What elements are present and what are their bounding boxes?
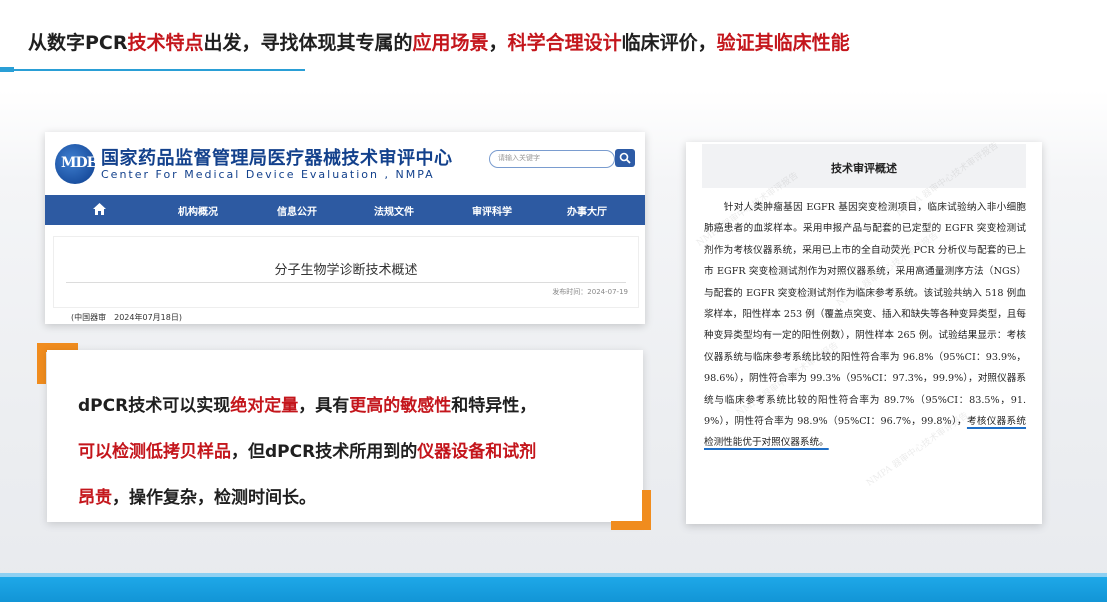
website-nav: 机构概况 信息公开 法规文件 审评科学 办事大厅 <box>45 195 645 225</box>
search-input[interactable]: 请输入关键字 <box>489 150 615 168</box>
document-body: 针对人类肿瘤基因 EGFR 基因突变检测项目，临床试验纳入非小细胞肺癌患者的血浆… <box>704 197 1026 454</box>
search-icon <box>619 152 631 164</box>
hl-text: ，但dPCR技术所用到的 <box>231 442 418 462</box>
website-header: MDE 国家药品监督管理局医疗器械技术审评中心 Center For Medic… <box>45 132 645 195</box>
title-part7: 临床评价， <box>621 32 717 54</box>
cmde-website-screenshot: MDE 国家药品监督管理局医疗器械技术审评中心 Center For Medic… <box>45 132 645 324</box>
source-note: (中国器审 2024年07月18日) <box>71 313 182 322</box>
org-name-en: Center For Medical Device Evaluation , N… <box>101 168 435 181</box>
cmde-logo-text: MDE <box>61 155 97 171</box>
title-part4: 应用场景 <box>412 32 489 54</box>
hl-text: ，具有 <box>298 396 350 416</box>
corner-decoration <box>37 343 46 384</box>
hl-text: 和特异性， <box>451 396 537 416</box>
nav-item-info[interactable]: 信息公开 <box>277 203 317 218</box>
nav-item-regulations[interactable]: 法规文件 <box>374 203 414 218</box>
document-body-text: 针对人类肿瘤基因 EGFR 基因突变检测项目，临床试验纳入非小细胞肺癌患者的血浆… <box>704 202 1026 428</box>
hl-text: dPCR技术可以实现 <box>78 396 231 416</box>
slide-title: 从数字PCR技术特点出发，寻找体现其专属的应用场景，科学合理设计临床评价，验证其… <box>28 28 850 55</box>
title-underline-accent <box>0 67 14 72</box>
title-part8: 验证其临床性能 <box>716 32 850 54</box>
nav-item-about[interactable]: 机构概况 <box>178 203 218 218</box>
title-part2: 技术特点 <box>127 32 204 54</box>
title-part3: 出发，寻找体现其专属的 <box>203 32 413 54</box>
search-placeholder: 请输入关键字 <box>498 154 540 162</box>
org-name-cn: 国家药品监督管理局医疗器械技术审评中心 <box>101 148 453 169</box>
corner-decoration <box>642 490 651 530</box>
nav-item-review-science[interactable]: 审评科学 <box>472 203 512 218</box>
hl-text-red: 可以检测低拷贝样品 <box>78 442 231 462</box>
hl-text-red: 昂贵 <box>78 488 112 508</box>
hl-text-red: 绝对定量 <box>230 396 299 416</box>
article-title: 分子生物学诊断技术概述 <box>274 263 418 278</box>
highlight-line-3: 昂贵，操作复杂，检测时间长。 <box>78 483 316 508</box>
hl-text-red: 更高的敏感性 <box>349 396 452 416</box>
document-heading: 技术审评概述 <box>831 162 897 175</box>
title-part6: 科学合理设计 <box>507 32 622 54</box>
title-underline <box>0 69 305 71</box>
nav-item-service-hall[interactable]: 办事大厅 <box>567 203 607 218</box>
highlight-line-1: dPCR技术可以实现绝对定量，具有更高的敏感性和特异性， <box>78 391 536 416</box>
highlight-line-2: 可以检测低拷贝样品，但dPCR技术所用到的仪器设备和试剂 <box>78 437 536 462</box>
search-button[interactable] <box>615 149 635 167</box>
review-document-excerpt: 技术审评概述 NMPA 器审中心技术审评报告 NMPA 器审中心技术审评报告 N… <box>686 141 1042 524</box>
footer-bar <box>0 577 1107 602</box>
home-icon[interactable] <box>93 203 106 215</box>
title-part5: ， <box>488 32 508 54</box>
article-divider <box>66 282 626 283</box>
hl-text-red: 仪器设备和试剂 <box>417 442 537 462</box>
hl-text: ，操作复杂，检测时间长。 <box>112 488 316 508</box>
title-part1: 从数字PCR <box>28 32 128 54</box>
article-date: 发布时间：2024-07-19 <box>552 288 628 296</box>
article-panel: 分子生物学诊断技术概述 发布时间：2024-07-19 <box>53 236 639 308</box>
